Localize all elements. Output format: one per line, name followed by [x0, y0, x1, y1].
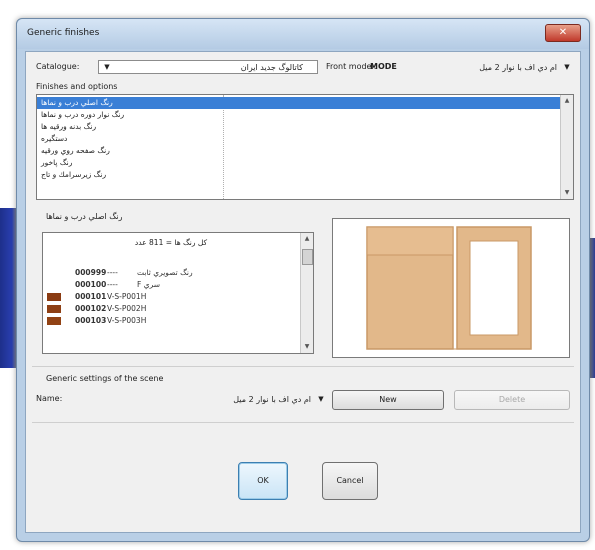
- chevron-down-icon: ▼: [564, 63, 570, 71]
- window-title: Generic finishes: [27, 28, 100, 38]
- scroll-down-icon[interactable]: ▼: [301, 341, 313, 353]
- table-row[interactable]: 000103 V-S-P003H: [47, 315, 297, 327]
- ok-button[interactable]: OK: [238, 462, 288, 500]
- scroll-up-icon[interactable]: ▲: [301, 233, 313, 245]
- finish-list-scrollbar[interactable]: ▲ ▼: [300, 233, 313, 353]
- finish-desc: V-S-P003H: [107, 316, 147, 325]
- chevron-down-icon: ▼: [318, 395, 324, 403]
- table-row[interactable]: 000999 ---- رنگ تصويري ثابت: [47, 267, 297, 279]
- front-model-value: ام دي اف با نوار 2 ميل: [479, 63, 557, 72]
- table-row[interactable]: 000101 V-S-P001H: [47, 291, 297, 303]
- list-item[interactable]: رنگ زيرسرامك و تاج: [37, 169, 561, 181]
- list-item[interactable]: رنگ نوار دوره درب و نماها: [37, 109, 561, 121]
- color-swatch: [47, 293, 61, 301]
- scroll-thumb[interactable]: [302, 249, 313, 265]
- finish-color-list[interactable]: كل رنگ ها = 811 عدد 000999 ---- رنگ تصوي…: [42, 232, 314, 354]
- scene-name-select[interactable]: ام دي اف با نوار 2 ميل ▼: [86, 392, 326, 406]
- color-swatch: [47, 317, 61, 325]
- color-swatch: [47, 305, 61, 313]
- front-model-label: Front model:: [326, 62, 377, 71]
- scene-settings-label: Generic settings of the scene: [46, 374, 164, 383]
- close-button[interactable]: ✕: [545, 24, 581, 42]
- scroll-up-icon[interactable]: ▲: [561, 95, 573, 107]
- finish-code: 000100: [75, 280, 107, 289]
- catalogue-select[interactable]: کاتالوگ جدید ایران ▼: [98, 60, 318, 74]
- close-icon: ✕: [558, 27, 568, 38]
- table-row[interactable]: 000100 ---- سري F: [47, 279, 297, 291]
- finish-name: سري F: [137, 280, 161, 289]
- finishes-list-scrollbar[interactable]: ▲ ▼: [560, 95, 573, 199]
- list-item[interactable]: رنگ پاخور: [37, 157, 561, 169]
- generic-finishes-dialog: Generic finishes ✕ Catalogue: کاتالوگ جد…: [16, 18, 590, 542]
- list-item[interactable]: رنگ بدنه ورقيه ها: [37, 121, 561, 133]
- catalogue-value: کاتالوگ جدید ایران: [240, 63, 303, 72]
- finish-code: 000101: [75, 292, 107, 301]
- scene-name-label: Name:: [36, 394, 63, 403]
- finish-code: 000103: [75, 316, 107, 325]
- list-item[interactable]: رنگ صفحه روي ورقيه: [37, 145, 561, 157]
- finish-code: 000102: [75, 304, 107, 313]
- list-item[interactable]: رنگ اصلي درب و نماها: [37, 97, 561, 109]
- finish-desc: ----: [107, 268, 118, 277]
- scene-name-value: ام دي اف با نوار 2 ميل: [233, 395, 311, 404]
- delete-button[interactable]: Delete: [454, 390, 570, 410]
- divider: [32, 422, 574, 423]
- title-bar[interactable]: Generic finishes ✕: [17, 19, 589, 49]
- finishes-options-label: Finishes and options: [36, 82, 118, 91]
- finish-preview: [332, 218, 570, 358]
- finish-panel-label: رنگ اصلي درب و نماها: [46, 212, 123, 221]
- divider: [32, 366, 574, 367]
- chevron-down-icon: ▼: [104, 63, 110, 71]
- list-item[interactable]: دستگيره: [37, 133, 561, 145]
- cabinet-preview-image: [366, 226, 532, 350]
- new-button[interactable]: New: [332, 390, 444, 410]
- finish-code: 000999: [75, 268, 107, 277]
- finish-name: رنگ تصويري ثابت: [137, 268, 193, 277]
- finish-desc: ----: [107, 280, 118, 289]
- cancel-button[interactable]: Cancel: [322, 462, 378, 500]
- finishes-options-list[interactable]: رنگ اصلي درب و نماها رنگ نوار دوره درب و…: [36, 94, 574, 200]
- catalogue-label: Catalogue:: [36, 62, 80, 71]
- finish-desc: V-S-P002H: [107, 304, 147, 313]
- table-row[interactable]: 000102 V-S-P002H: [47, 303, 297, 315]
- scroll-down-icon[interactable]: ▼: [561, 187, 573, 199]
- finish-list-header: كل رنگ ها = 811 عدد: [134, 238, 208, 247]
- front-model-select[interactable]: ام دي اف با نوار 2 ميل ▼: [406, 60, 572, 74]
- front-model-code: MODE: [370, 62, 397, 71]
- finish-desc: V-S-P001H: [107, 292, 147, 301]
- dialog-client-area: Catalogue: کاتالوگ جدید ایران ▼ Front mo…: [25, 51, 581, 533]
